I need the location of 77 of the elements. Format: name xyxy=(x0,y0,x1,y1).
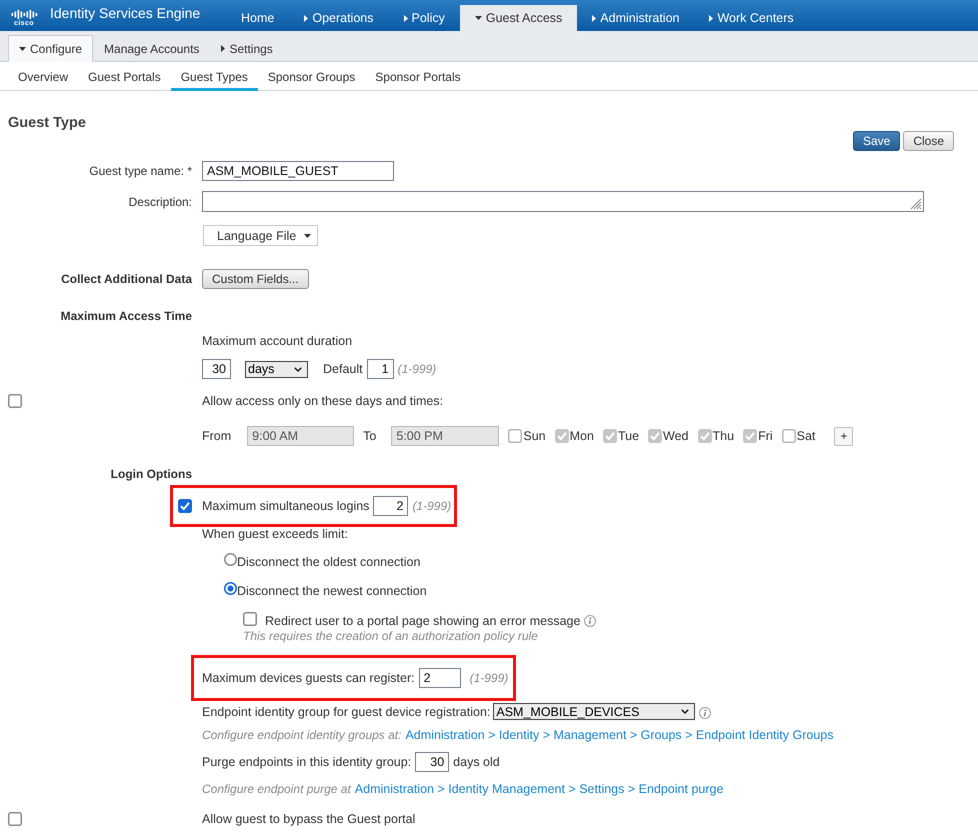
day-label: Mon xyxy=(570,429,594,443)
day-label: Wed xyxy=(663,429,689,443)
day-label: Sun xyxy=(523,429,546,443)
range-hint: (1-999) xyxy=(470,671,508,685)
info-icon[interactable] xyxy=(584,615,596,627)
unit-select[interactable]: days xyxy=(245,360,308,378)
day-label: Fri xyxy=(758,429,773,443)
page-tab[interactable]: Guest Portals xyxy=(78,62,171,91)
purge-input[interactable]: 30 xyxy=(415,752,450,772)
custom-fields-button[interactable]: Custom Fields... xyxy=(202,269,309,289)
page-tab[interactable]: Guest Types xyxy=(170,62,258,91)
section-label: Maximum Access Time xyxy=(60,309,192,323)
field-label: When guest exceeds limit: xyxy=(202,527,348,541)
checkbox-label: Maximum simultaneous logins xyxy=(202,499,370,513)
save-button[interactable]: Save xyxy=(852,131,900,151)
radio-label: Disconnect the newest connection xyxy=(237,584,427,598)
field-label: Endpoint identity group for guest device registration: xyxy=(202,704,490,718)
chevron-down-icon xyxy=(294,366,302,372)
description-field[interactable] xyxy=(202,191,924,212)
default-input[interactable]: 1 xyxy=(366,359,394,379)
page-tab[interactable]: Sponsor Portals xyxy=(365,62,471,91)
duration-input[interactable]: 30 xyxy=(202,359,231,379)
devices-input[interactable]: 2 xyxy=(418,668,461,688)
day-label: Thu xyxy=(712,429,734,443)
nav-menu-item[interactable]: Home xyxy=(226,5,290,31)
logo-icon xyxy=(10,10,38,19)
field-label: From xyxy=(202,429,232,443)
field-label: Purge endpoints in this identity group: xyxy=(202,755,412,769)
range-hint: (1-999) xyxy=(398,362,436,376)
page-tab[interactable]: Sponsor Groups xyxy=(258,62,366,91)
breadcrumb-link[interactable]: Administration > Identity Management > Settings > Endpoint purge xyxy=(354,782,724,796)
field-label: Maximum account duration xyxy=(202,334,352,348)
nav-menu-item[interactable]: Guest Access xyxy=(460,5,578,31)
radio-button[interactable] xyxy=(224,553,237,566)
nav-menu-item[interactable]: Work Centers xyxy=(694,5,809,31)
sub-nav-tab[interactable]: Settings xyxy=(210,35,284,62)
field-label: Maximum devices guests can register: xyxy=(202,671,415,685)
radio-button[interactable] xyxy=(224,582,237,595)
info-icon[interactable] xyxy=(699,707,712,719)
field-label: Description: xyxy=(128,194,192,208)
nav-menu-item[interactable]: Operations xyxy=(289,5,388,31)
language-file-button[interactable]: Language File xyxy=(203,225,318,246)
close-button[interactable]: Close xyxy=(903,131,954,151)
name-input[interactable]: ASM_MOBILE_GUEST xyxy=(202,161,394,181)
checkbox[interactable] xyxy=(243,612,257,626)
section-label: Collect Additional Data xyxy=(61,272,192,286)
field-label: Guest type name: * xyxy=(89,164,192,178)
checkbox-label: Allow access only on these days and times: xyxy=(202,394,444,408)
checkbox[interactable] xyxy=(178,499,192,513)
checkbox-label: Redirect user to a portal page showing an error message xyxy=(265,614,580,628)
page-tab[interactable]: Overview xyxy=(8,62,78,91)
caret-down-icon xyxy=(304,234,311,238)
hint-text: Configure endpoint purge at xyxy=(202,782,351,796)
day-label: Sat xyxy=(796,429,816,443)
page-title: Guest Type xyxy=(8,114,86,132)
chevron-down-icon xyxy=(681,709,690,714)
checkbox[interactable] xyxy=(8,812,22,826)
nav-menu-item[interactable]: Policy xyxy=(388,5,460,31)
sub-nav-tab[interactable]: Manage Accounts xyxy=(93,35,210,62)
app-title: Identity Services Engine xyxy=(50,5,200,22)
sub-nav-tab[interactable]: Configure xyxy=(8,35,94,62)
checkbox[interactable] xyxy=(8,394,22,408)
resize-grip-icon[interactable] xyxy=(909,197,922,210)
radio-label: Disconnect the oldest connection xyxy=(237,555,420,569)
logins-input[interactable]: 2 xyxy=(373,496,408,516)
day-label: Tue xyxy=(618,429,640,443)
field-label: days old xyxy=(453,755,500,769)
field-label: To xyxy=(363,429,376,443)
hint-text: Configure endpoint identity groups at: xyxy=(202,728,402,742)
field-label: Default xyxy=(323,362,363,376)
breadcrumb-link[interactable]: Administration > Identity > Management > Groups > Endpoint Identity Groups xyxy=(405,728,834,742)
range-hint: (1-999) xyxy=(412,499,452,513)
nav-menu-item[interactable]: Administration xyxy=(577,5,694,31)
checkbox-label: Allow guest to bypass the Guest portal xyxy=(202,812,416,826)
endpoint-group-select[interactable]: ASM_MOBILE_DEVICES xyxy=(493,703,696,720)
note-text: This requires the creation of an authorization policy rule xyxy=(243,629,539,643)
section-label: Login Options xyxy=(110,467,192,481)
